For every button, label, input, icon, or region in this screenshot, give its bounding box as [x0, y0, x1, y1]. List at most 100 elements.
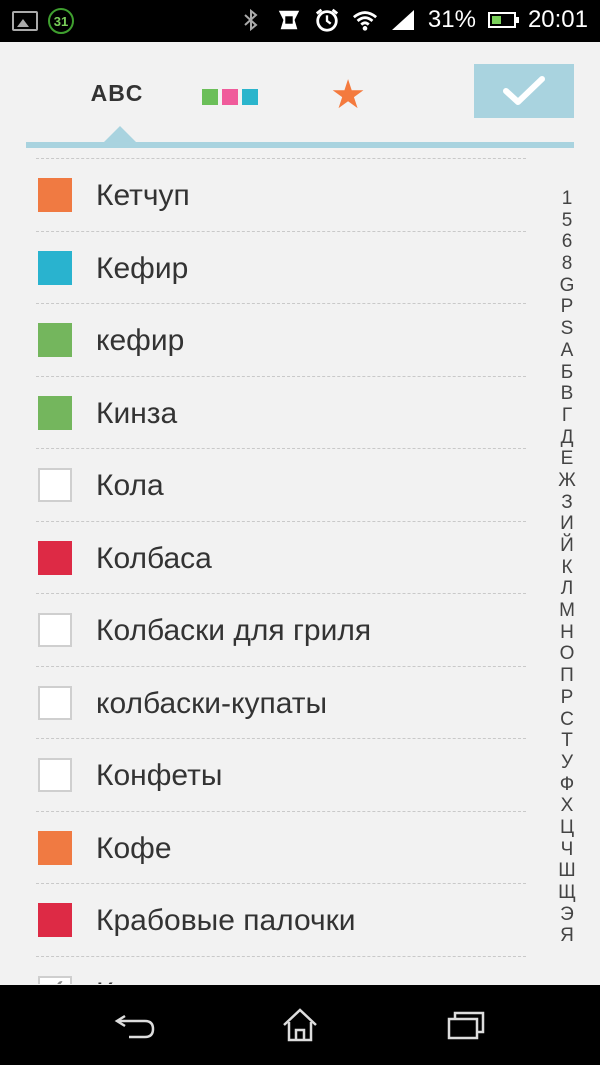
index-letter[interactable]: 1: [562, 188, 573, 210]
tab-alphabetical[interactable]: ABC: [62, 80, 172, 107]
index-letter[interactable]: З: [561, 492, 572, 514]
empty-checkbox[interactable]: [38, 468, 72, 502]
color-tag[interactable]: [38, 903, 72, 937]
index-letter[interactable]: Л: [561, 578, 573, 600]
item-label: Колбаски для гриля: [96, 614, 372, 647]
confirm-button[interactable]: [474, 64, 574, 118]
signal-icon: [390, 7, 416, 33]
index-letter[interactable]: G: [560, 275, 575, 297]
color-square-icon: [242, 89, 258, 105]
color-tag[interactable]: [38, 250, 72, 285]
index-letter[interactable]: 6: [562, 231, 573, 253]
empty-checkbox[interactable]: [38, 758, 72, 792]
bluetooth-icon: [238, 7, 264, 33]
active-tab-pointer: [104, 126, 136, 142]
list-item[interactable]: Кола: [36, 448, 526, 521]
index-letter[interactable]: Т: [561, 730, 573, 752]
list-item[interactable]: Крабовые палочки: [36, 883, 526, 956]
recent-apps-button[interactable]: [436, 1005, 496, 1045]
image-icon: [12, 11, 38, 31]
alphabet-index[interactable]: 1568GPSАБВГДЕЖЗИЙКЛМНОПРСТУФХЦЧШЩЭЯ: [554, 188, 580, 947]
list-item[interactable]: Колбаса: [36, 520, 526, 594]
list-item[interactable]: кефир: [36, 303, 526, 376]
index-letter[interactable]: Й: [560, 535, 574, 557]
index-letter[interactable]: Ч: [561, 839, 574, 861]
empty-checkbox[interactable]: [38, 613, 72, 647]
battery-icon: [487, 12, 519, 28]
toolbar: ABC ★: [0, 42, 600, 150]
nfc-icon: [276, 7, 302, 33]
index-letter[interactable]: P: [561, 296, 574, 318]
index-letter[interactable]: С: [560, 709, 574, 731]
index-letter[interactable]: Г: [562, 405, 572, 427]
checked-checkbox-icon[interactable]: ✓: [38, 975, 72, 984]
index-letter[interactable]: П: [560, 665, 574, 687]
index-letter[interactable]: И: [560, 513, 574, 535]
item-label: Кофе: [96, 831, 172, 865]
navigation-bar: [0, 985, 600, 1065]
battery-percent: 31%: [427, 6, 476, 33]
index-letter[interactable]: У: [561, 752, 573, 774]
list-item[interactable]: Кофе: [36, 810, 526, 884]
index-letter[interactable]: Б: [561, 362, 573, 384]
item-label: кефир: [96, 324, 185, 357]
checkmark-icon: [503, 76, 545, 105]
status-bar: 31 31% 20:01: [0, 0, 600, 42]
item-label: Колбаса: [96, 541, 212, 575]
home-button[interactable]: [270, 1005, 330, 1045]
list-item[interactable]: ✓ Красная икра: [36, 955, 526, 984]
index-letter[interactable]: Н: [560, 622, 574, 644]
item-label: Кинза: [96, 396, 178, 430]
list-item[interactable]: Колбаски для гриля: [36, 593, 526, 666]
index-letter[interactable]: Е: [561, 448, 574, 470]
item-label: Конфеты: [96, 759, 223, 792]
color-tag[interactable]: [38, 395, 72, 430]
product-list[interactable]: Кетчуп Кефир кефир Кинза Кола Колбаса Колбаски…: [0, 158, 540, 984]
color-tag[interactable]: [38, 830, 72, 865]
color-tag[interactable]: [38, 178, 72, 212]
index-letter[interactable]: К: [561, 557, 572, 579]
index-letter[interactable]: Р: [561, 687, 574, 709]
index-letter[interactable]: А: [561, 340, 574, 362]
calendar-icon: 31: [48, 8, 74, 34]
back-icon: [114, 1014, 155, 1039]
tab-favorites-star-icon[interactable]: ★: [327, 74, 369, 116]
list-item[interactable]: Кефир: [36, 230, 526, 304]
index-letter[interactable]: Х: [561, 795, 574, 817]
item-label: колбаски-купаты: [96, 686, 328, 720]
tab-underline: [26, 142, 574, 148]
index-letter[interactable]: Ш: [558, 860, 575, 882]
alarm-icon: [314, 7, 340, 33]
color-tag[interactable]: [38, 540, 72, 575]
index-letter[interactable]: Я: [560, 925, 574, 947]
index-letter[interactable]: S: [561, 318, 574, 340]
tab-colors[interactable]: [202, 89, 258, 105]
index-letter[interactable]: 5: [562, 210, 573, 232]
index-letter[interactable]: Щ: [558, 882, 576, 904]
item-label: Кефир: [96, 251, 189, 285]
color-tag[interactable]: [38, 323, 72, 357]
list-item[interactable]: Кетчуп: [36, 158, 526, 231]
index-letter[interactable]: Д: [561, 427, 574, 449]
item-label: Кетчуп: [96, 179, 190, 212]
item-label: Кола: [96, 469, 164, 502]
item-label: Крабовые палочки: [96, 904, 356, 937]
empty-checkbox[interactable]: [38, 685, 72, 720]
list-item[interactable]: Конфеты: [36, 738, 526, 811]
index-letter[interactable]: О: [560, 643, 575, 665]
recent-apps-icon: [447, 1011, 485, 1040]
back-button[interactable]: [105, 1005, 165, 1045]
index-letter[interactable]: Ж: [558, 470, 576, 492]
index-letter[interactable]: 8: [562, 253, 573, 275]
index-letter[interactable]: М: [559, 600, 575, 622]
home-icon: [283, 1008, 317, 1042]
index-letter[interactable]: В: [561, 383, 574, 405]
color-square-icon: [202, 89, 218, 105]
list-item[interactable]: колбаски-купаты: [36, 665, 526, 739]
clock: 20:01: [527, 6, 588, 33]
list-item[interactable]: Кинза: [36, 375, 526, 449]
index-letter[interactable]: Э: [560, 904, 574, 926]
index-letter[interactable]: Ц: [560, 817, 574, 839]
index-letter[interactable]: Ф: [560, 774, 574, 796]
wifi-icon: [352, 7, 378, 33]
